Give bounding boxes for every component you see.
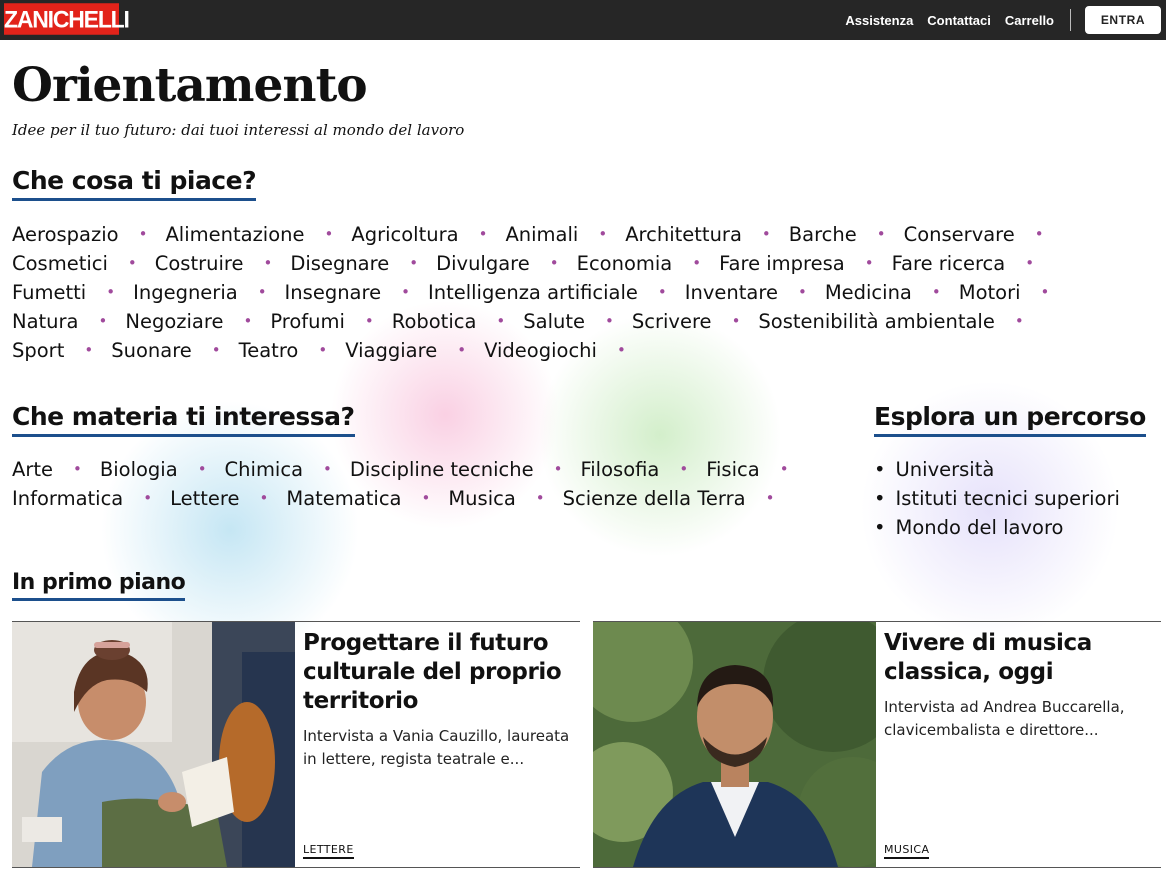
interest-link-ingegneria[interactable]: Ingegneria <box>133 278 284 307</box>
featured-card-vania-cauzillo[interactable]: Progettare il futuro culturale del propr… <box>12 621 580 868</box>
path-link-mondo-del-lavoro[interactable]: Mondo del lavoro <box>874 513 1120 542</box>
nav-carrello[interactable]: Carrello <box>1005 13 1054 28</box>
interest-link-fare-ricerca[interactable]: Fare ricerca <box>892 249 1052 278</box>
subjects-list: ArteBiologiaChimicaDiscipline tecnicheFi… <box>12 455 852 513</box>
featured-card-andrea-buccarella[interactable]: Vivere di musica classica, oggi Intervis… <box>593 621 1161 868</box>
interest-link-conservare[interactable]: Conservare <box>904 220 1062 249</box>
interest-link-alimentazione[interactable]: Alimentazione <box>165 220 351 249</box>
subjects-heading: Che materia ti interessa? <box>12 402 355 437</box>
interest-link-aerospazio[interactable]: Aerospazio <box>12 220 165 249</box>
subject-link-lettere[interactable]: Lettere <box>170 484 286 513</box>
card-title[interactable]: Progettare il futuro culturale del propr… <box>303 629 568 716</box>
paths-list: UniversitàIstituti tecnici superioriMond… <box>874 455 1120 542</box>
interest-link-profumi[interactable]: Profumi <box>270 307 391 336</box>
top-nav: Assistenza Contattaci Carrello ENTRA <box>845 0 1166 40</box>
path-link-istituti-tecnici-superiori[interactable]: Istituti tecnici superiori <box>874 484 1120 513</box>
interest-link-robotica[interactable]: Robotica <box>392 307 524 336</box>
nav-divider <box>1070 9 1071 31</box>
subject-link-fisica[interactable]: Fisica <box>706 455 806 484</box>
card-photo-man-portrait <box>593 622 876 867</box>
interest-link-natura[interactable]: Natura <box>12 307 125 336</box>
subject-link-discipline-tecniche[interactable]: Discipline tecniche <box>350 455 581 484</box>
interest-link-teatro[interactable]: Teatro <box>239 336 346 365</box>
card-title[interactable]: Vivere di musica classica, oggi <box>884 629 1149 687</box>
interest-link-costruire[interactable]: Costruire <box>155 249 291 278</box>
interests-list: AerospazioAlimentazioneAgricolturaAnimal… <box>12 220 1112 365</box>
interest-link-intelligenza-artificiale[interactable]: Intelligenza artificiale <box>428 278 685 307</box>
interest-link-scrivere[interactable]: Scrivere <box>632 307 759 336</box>
card-category-tag[interactable]: MUSICA <box>884 843 930 859</box>
interest-link-fare-impresa[interactable]: Fare impresa <box>719 249 892 278</box>
nav-contattaci[interactable]: Contattaci <box>927 13 991 28</box>
page-title: Orientamento <box>12 58 368 113</box>
interest-link-sostenibilita-ambientale[interactable]: Sostenibilità ambientale <box>758 307 1041 336</box>
interest-link-barche[interactable]: Barche <box>789 220 904 249</box>
nav-assistenza[interactable]: Assistenza <box>845 13 913 28</box>
page-subtitle: Idee per il tuo futuro: dai tuoi interes… <box>12 121 465 139</box>
subject-link-informatica[interactable]: Informatica <box>12 484 170 513</box>
interest-link-negoziare[interactable]: Negoziare <box>125 307 270 336</box>
interest-link-divulgare[interactable]: Divulgare <box>436 249 577 278</box>
featured-heading: In primo piano <box>12 570 186 601</box>
top-bar: ZANICHELLI Assistenza Contattaci Carrell… <box>0 0 1166 40</box>
interest-link-agricoltura[interactable]: Agricoltura <box>351 220 505 249</box>
card-summary: Intervista a Vania Cauzillo, laureata in… <box>303 727 570 768</box>
interest-link-architettura[interactable]: Architettura <box>625 220 789 249</box>
interest-link-animali[interactable]: Animali <box>505 220 625 249</box>
subject-link-arte[interactable]: Arte <box>12 455 100 484</box>
interest-link-disegnare[interactable]: Disegnare <box>290 249 436 278</box>
interest-link-fumetti[interactable]: Fumetti <box>12 278 133 307</box>
interest-link-motori[interactable]: Motori <box>959 278 1068 307</box>
subject-link-chimica[interactable]: Chimica <box>225 455 350 484</box>
zanichelli-logo[interactable]: ZANICHELLI <box>4 3 130 35</box>
subject-link-filosofia[interactable]: Filosofia <box>580 455 706 484</box>
interest-link-suonare[interactable]: Suonare <box>111 336 238 365</box>
interest-link-medicina[interactable]: Medicina <box>825 278 959 307</box>
subject-link-biologia[interactable]: Biologia <box>100 455 225 484</box>
interest-link-economia[interactable]: Economia <box>577 249 719 278</box>
path-link-universita[interactable]: Università <box>874 455 1120 484</box>
interests-heading: Che cosa ti piace? <box>12 166 257 201</box>
paths-heading: Esplora un percorso <box>874 402 1146 437</box>
subject-link-matematica[interactable]: Matematica <box>286 484 448 513</box>
subject-link-scienze-della-terra[interactable]: Scienze della Terra <box>563 484 793 513</box>
interest-link-viaggiare[interactable]: Viaggiare <box>345 336 484 365</box>
interest-link-cosmetici[interactable]: Cosmetici <box>12 249 155 278</box>
subject-link-musica[interactable]: Musica <box>448 484 562 513</box>
interest-link-salute[interactable]: Salute <box>523 307 632 336</box>
login-button[interactable]: ENTRA <box>1085 6 1161 34</box>
card-photo-woman-writing <box>12 622 295 867</box>
interest-link-videogiochi[interactable]: Videogiochi <box>484 336 644 365</box>
interest-link-insegnare[interactable]: Insegnare <box>285 278 428 307</box>
interest-link-sport[interactable]: Sport <box>12 336 111 365</box>
card-summary: Intervista ad Andrea Buccarella, clavice… <box>884 698 1125 739</box>
main-content: Orientamento Idee per il tuo futuro: dai… <box>0 0 1166 880</box>
interest-link-inventare[interactable]: Inventare <box>685 278 825 307</box>
card-category-tag[interactable]: LETTERE <box>303 843 354 859</box>
